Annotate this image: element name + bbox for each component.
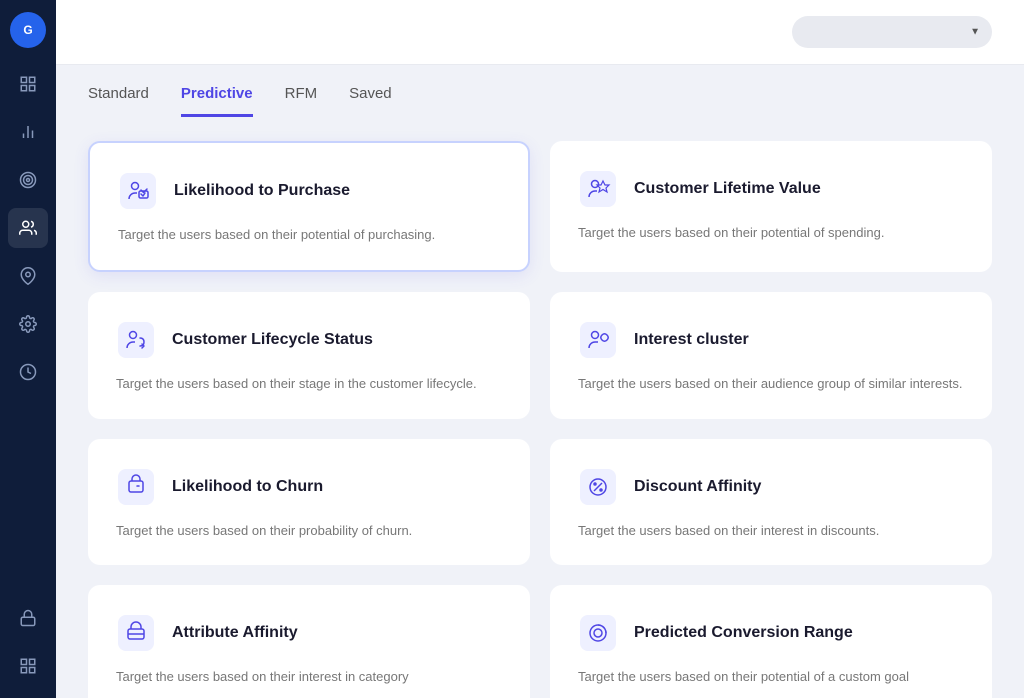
card-title: Interest cluster <box>634 331 749 349</box>
card-title: Attribute Affinity <box>172 624 298 642</box>
svg-text:G: G <box>23 23 32 37</box>
tab-rfm[interactable]: RFM <box>285 85 318 117</box>
conversion-icon <box>578 613 618 653</box>
main-content: ▼ Standard Predictive RFM Saved <box>56 0 1024 698</box>
card-title: Likelihood to Churn <box>172 478 323 496</box>
discount-icon <box>578 467 618 507</box>
card-description: Target the users based on their potentia… <box>578 667 964 688</box>
tabs-container: Standard Predictive RFM Saved <box>56 65 1024 117</box>
card-title: Likelihood to Purchase <box>174 182 350 200</box>
sidebar-item-location[interactable] <box>8 256 48 296</box>
card-title: Discount Affinity <box>634 478 761 496</box>
sidebar: G <box>0 0 56 698</box>
card-description: Target the users based on their probabil… <box>116 521 502 542</box>
sidebar-item-users[interactable] <box>8 208 48 248</box>
header: ▼ <box>56 0 1024 65</box>
card-header: Attribute Affinity <box>116 613 502 653</box>
card-header: Predicted Conversion Range <box>578 613 964 653</box>
card-likelihood-churn[interactable]: Likelihood to Churn Target the users bas… <box>88 439 530 566</box>
sidebar-item-target[interactable] <box>8 160 48 200</box>
sidebar-item-clock[interactable] <box>8 352 48 392</box>
sidebar-item-grid[interactable] <box>8 646 48 686</box>
card-title: Customer Lifetime Value <box>634 180 821 198</box>
cards-grid: Likelihood to Purchase Target the users … <box>88 141 992 698</box>
card-description: Target the users based on their interest… <box>578 521 964 542</box>
attribute-icon <box>116 613 156 653</box>
sidebar-item-chart[interactable] <box>8 112 48 152</box>
interest-icon <box>578 320 618 360</box>
tab-saved[interactable]: Saved <box>349 85 392 117</box>
purchase-icon <box>118 171 158 211</box>
card-title: Customer Lifecycle Status <box>172 331 373 349</box>
card-header: Customer Lifecycle Status <box>116 320 502 360</box>
card-header: Likelihood to Churn <box>116 467 502 507</box>
card-description: Target the users based on their potentia… <box>118 225 500 246</box>
card-customer-lifetime-value[interactable]: Customer Lifetime Value Target the users… <box>550 141 992 272</box>
sidebar-item-settings[interactable] <box>8 304 48 344</box>
sidebar-item-lock[interactable] <box>8 598 48 638</box>
card-title: Predicted Conversion Range <box>634 624 853 642</box>
tab-predictive[interactable]: Predictive <box>181 85 253 117</box>
card-discount-affinity[interactable]: Discount Affinity Target the users based… <box>550 439 992 566</box>
card-likelihood-purchase[interactable]: Likelihood to Purchase Target the users … <box>88 141 530 272</box>
dropdown-arrow: ▼ <box>970 27 980 38</box>
card-attribute-affinity[interactable]: Attribute Affinity Target the users base… <box>88 585 530 698</box>
card-customer-lifecycle-status[interactable]: Customer Lifecycle Status Target the use… <box>88 292 530 419</box>
card-header: Customer Lifetime Value <box>578 169 964 209</box>
cards-container: Likelihood to Purchase Target the users … <box>56 117 1024 698</box>
card-description: Target the users based on their audience… <box>578 374 964 395</box>
card-description: Target the users based on their interest… <box>116 667 502 688</box>
card-description: Target the users based on their potentia… <box>578 223 964 244</box>
card-header: Discount Affinity <box>578 467 964 507</box>
churn-icon <box>116 467 156 507</box>
workspace-dropdown[interactable]: ▼ <box>792 16 992 48</box>
tab-standard[interactable]: Standard <box>88 85 149 117</box>
card-header: Likelihood to Purchase <box>118 171 500 211</box>
lifecycle-icon <box>116 320 156 360</box>
sidebar-item-home[interactable] <box>8 64 48 104</box>
sidebar-logo[interactable]: G <box>10 12 46 48</box>
lifetime-icon <box>578 169 618 209</box>
card-description: Target the users based on their stage in… <box>116 374 502 395</box>
card-header: Interest cluster <box>578 320 964 360</box>
card-interest-cluster[interactable]: Interest cluster Target the users based … <box>550 292 992 419</box>
card-predicted-conversion-range[interactable]: Predicted Conversion Range Target the us… <box>550 585 992 698</box>
